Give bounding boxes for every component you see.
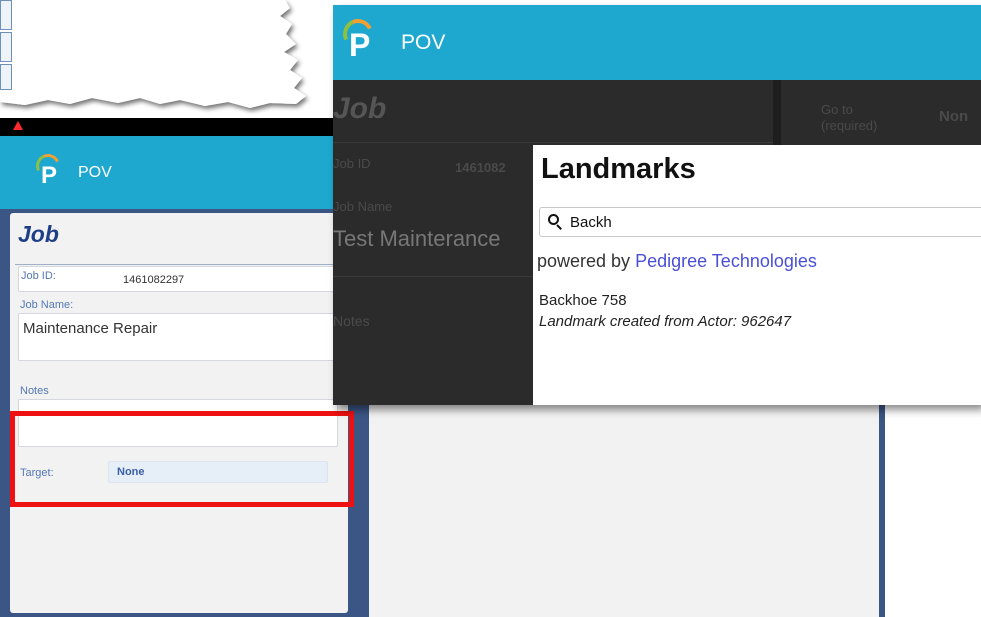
job-name-value: Maintenance Repair [23,320,158,337]
job-id-value: 1461082297 [123,274,185,286]
search-query: Backh [570,214,612,231]
job-name-field[interactable]: Maintenance Repair [18,313,338,361]
notes-label: Notes [20,385,49,397]
pov-logo-icon: P [32,150,64,190]
job-id-label: Job ID: [21,270,56,282]
job-name-value: Test Mainterance [333,226,501,251]
job-id-field[interactable]: Job ID: 1461082297 [18,266,338,292]
notes-label: Notes [333,313,370,329]
powered-by-line: powered by Pedigree Technologies [537,251,817,272]
landmarks-title: Landmarks [541,153,696,185]
phone-app-bar: P POV [0,136,363,209]
job-heading: Job [333,92,387,125]
landmark-search-input[interactable]: Backh [539,207,981,237]
job-name-label: Job Name: [20,299,74,311]
tablet-app-bar: P POV [333,5,981,80]
fragment-cell [0,0,12,30]
goto-label: Go to (required) [821,102,878,133]
screenshot-collage: P POV Job Job ID: 1461082297 Job Name: M… [0,0,981,617]
powered-brand-link[interactable]: Pedigree Technologies [635,251,817,271]
logo-letter: P [349,26,371,63]
search-icon [548,214,562,230]
torn-paper-shape [0,0,306,108]
result-name: Backhoe 758 [539,292,627,309]
powered-prefix: powered by [537,251,631,271]
warning-icon [13,121,23,130]
pov-logo-icon: P [338,14,378,65]
logo-letter: P [41,161,58,189]
goto-value: Non [939,108,969,125]
tablet-lower-card [369,404,879,617]
phone-screenshot: P POV Job Job ID: 1461082297 Job Name: M… [0,118,363,617]
highlight-annotation [10,411,354,507]
tablet-screenshot: P POV Job Job ID 1461082 Job Name Test M… [333,5,981,405]
landmarks-dialog: Landmarks Backh powered by Pedigree Tech… [533,145,981,405]
job-name-label: Job Name [333,199,393,214]
app-title: POV [78,163,112,181]
result-description: Landmark created from Actor: 962647 [539,313,792,330]
app-title: POV [401,30,446,54]
job-heading: Job [18,221,59,247]
fragment-cell [0,32,12,62]
job-id-value: 1461082 [455,160,506,175]
heading-divider [15,264,335,265]
job-id-label: Job ID [333,156,371,171]
fragment-cell [0,64,12,90]
